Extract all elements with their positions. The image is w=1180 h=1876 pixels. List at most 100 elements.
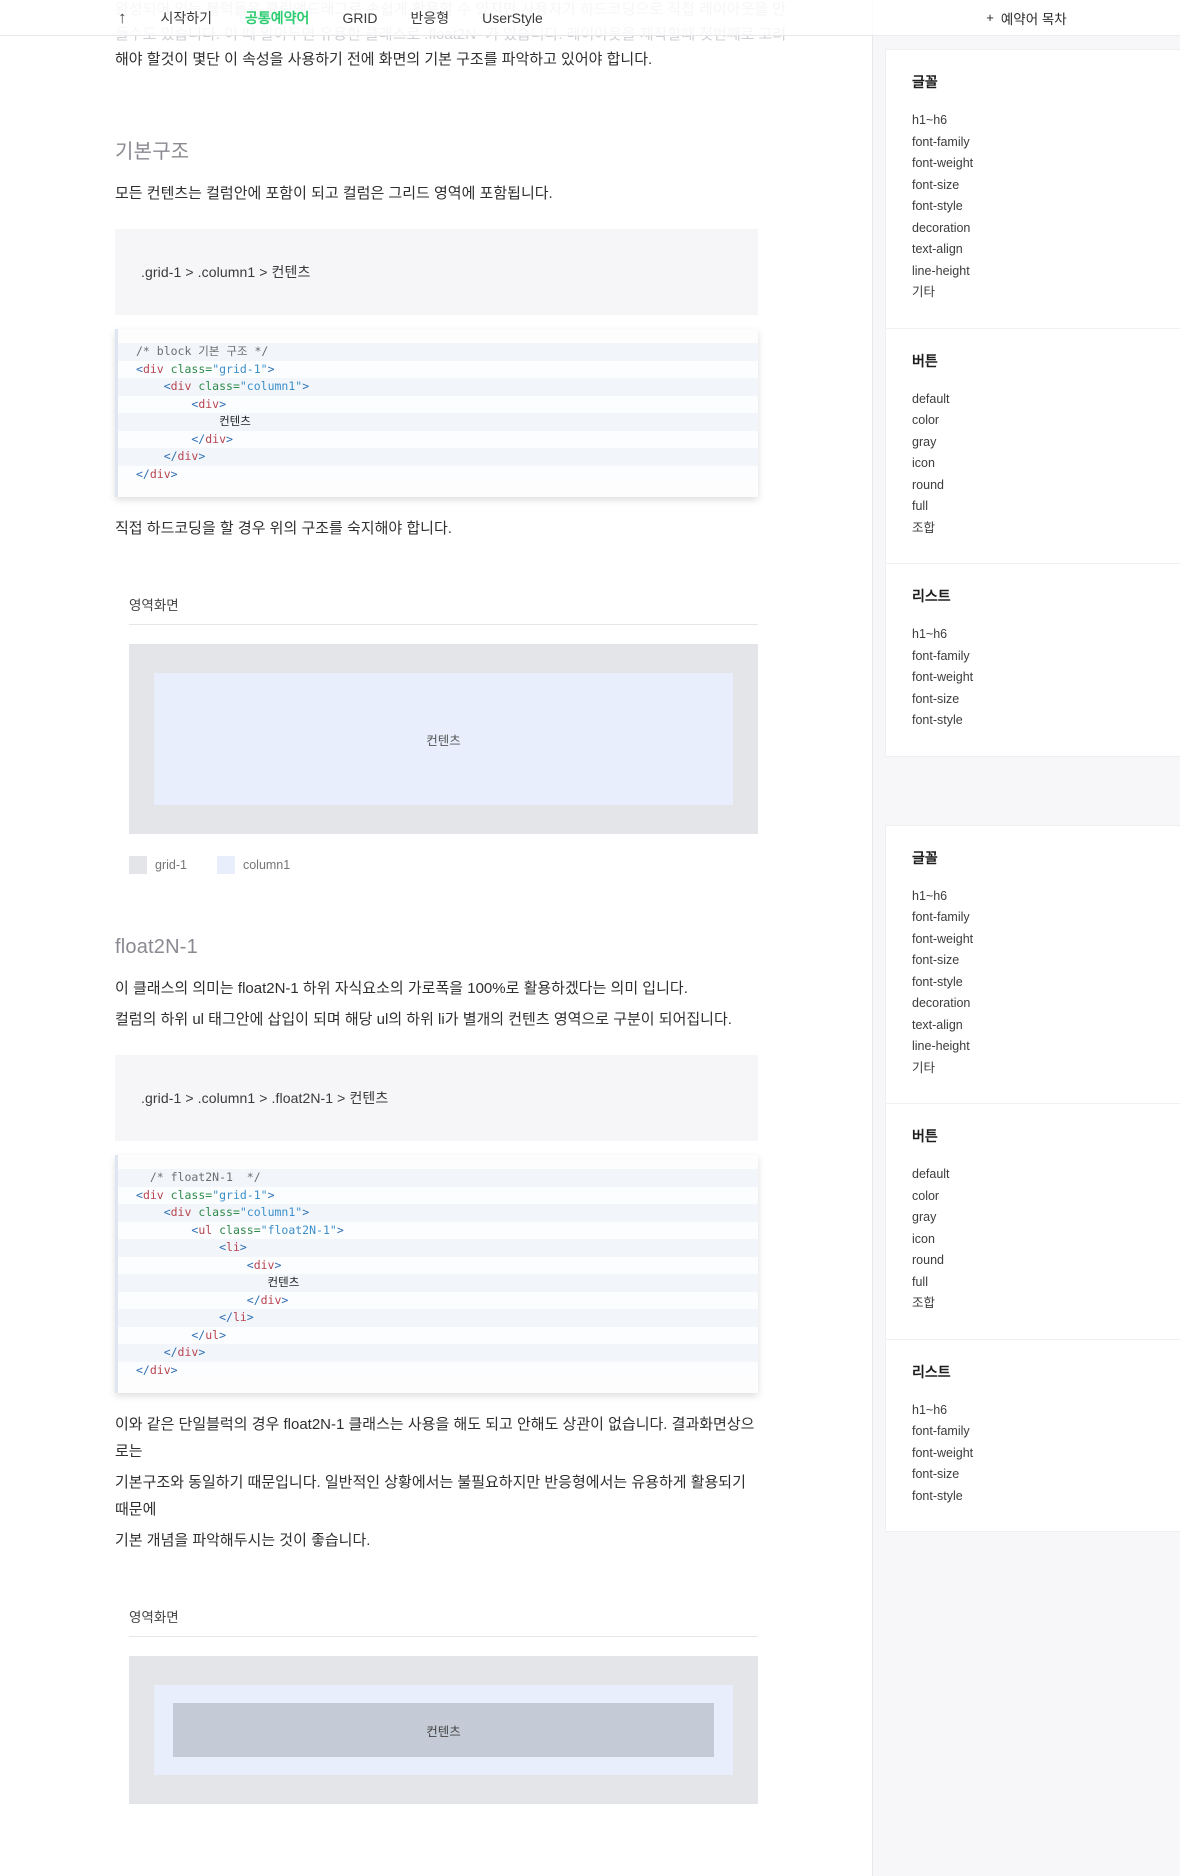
sidebar-item-font-weight[interactable]: font-weight [912, 1443, 1180, 1465]
code-token: </ [136, 466, 150, 481]
code-token: class= [163, 361, 213, 376]
code-token: < [136, 379, 171, 393]
sidebar-item-font-style[interactable]: font-style [912, 710, 1180, 732]
sidebar-header[interactable]: + 예약어 목차 [873, 0, 1180, 36]
sidebar-item-full[interactable]: full [912, 1272, 1180, 1294]
code-token: div [253, 1257, 275, 1272]
sidebar-item-font-family[interactable]: font-family [912, 646, 1180, 668]
code-token: div [142, 1187, 164, 1202]
code-token: div [170, 1205, 192, 1219]
sidebar-section-글꼴: 글꼴 h1~h6 font-family font-weight font-size fo… [886, 50, 1180, 329]
sidebar-item-font-weight[interactable]: font-weight [912, 929, 1180, 951]
nav-item-userstyle[interactable]: UserStyle [482, 10, 543, 26]
sidebar-item-기타[interactable]: 기타 [912, 1058, 1180, 1080]
code-line: /* float2N-1 */ [118, 1169, 758, 1187]
sidebar-item-font-weight[interactable]: font-weight [912, 667, 1180, 689]
section-after-paragraph: 직접 하드코딩을 할 경우 위의 구조를 숙지해야 합니다. [115, 520, 452, 537]
arrow-up-icon[interactable]: ↑ [118, 9, 127, 26]
preview-label-basic: 영역화면 [129, 594, 758, 625]
code-line: <div> [118, 395, 758, 413]
nav-item-start[interactable]: 시작하기 [161, 8, 213, 28]
code-token: "float2N-1" [260, 1222, 337, 1237]
intro-paragraph: 해야 할것이 몇단 이 속성을 사용하기 전에 화면의 기본 구조를 파악하고 … [115, 51, 653, 68]
sidebar-item-icon[interactable]: icon [912, 453, 1180, 475]
code-token: div [198, 396, 220, 411]
sidebar-item-font-style[interactable]: font-style [912, 972, 1180, 994]
sidebar-item-조합[interactable]: 조합 [912, 1293, 1180, 1315]
code-block-float2n1: /* float2N-1 */<div class="grid-1"> <div… [115, 1155, 758, 1393]
sidebar-item-font-size[interactable]: font-size [912, 175, 1180, 197]
sidebar: + 예약어 목차 글꼴 h1~h6 font-family font-weight fo… [873, 0, 1180, 1876]
sidebar-item-round[interactable]: round [912, 1250, 1180, 1272]
sidebar-item-font-size[interactable]: font-size [912, 689, 1180, 711]
sidebar-item-기타[interactable]: 기타 [912, 282, 1180, 304]
code-line: <div class="column1"> [118, 378, 758, 396]
code-token: div [177, 449, 199, 463]
code-token: < [136, 1187, 143, 1202]
preview-column-inner-float2n1: 컨텐츠 [154, 1685, 733, 1775]
nav-item-grid[interactable]: GRID [342, 10, 377, 26]
sidebar-section-리스트: 리스트 h1~h6 font-family font-weight font-size f… [886, 564, 1180, 756]
sidebar-item-font-family[interactable]: font-family [912, 907, 1180, 929]
code-line: 컨텐츠 [118, 413, 758, 431]
sidebar-item-line-height[interactable]: line-height [912, 1036, 1180, 1058]
main-content: 해야 할것이 몇단 이 속성을 사용하기 전에 화면의 기본 구조를 파악하고 … [0, 0, 873, 1804]
sidebar-item-full[interactable]: full [912, 496, 1180, 518]
code-token: > [267, 361, 275, 376]
sidebar-item-gray[interactable]: gray [912, 1207, 1180, 1229]
sidebar-item-color[interactable]: color [912, 410, 1180, 432]
sidebar-item-h1~h6[interactable]: h1~h6 [912, 1400, 1180, 1422]
sidebar-item-조합[interactable]: 조합 [912, 518, 1180, 540]
nav-item-common-keywords[interactable]: 공통예약어 [245, 8, 309, 28]
sidebar-item-round[interactable]: round [912, 475, 1180, 497]
code-token: > [302, 1205, 310, 1219]
sidebar-item-font-size[interactable]: font-size [912, 1464, 1180, 1486]
sidebar-item-font-size[interactable]: font-size [912, 950, 1180, 972]
sidebar-item-text-align[interactable]: text-align [912, 239, 1180, 261]
code-token: </ [136, 1345, 178, 1359]
code-token: "grid-1" [212, 1187, 268, 1202]
code-line: </div> [118, 430, 758, 448]
sidebar-item-gray[interactable]: gray [912, 432, 1180, 454]
code-token: < [136, 1240, 227, 1254]
sidebar-item-font-style[interactable]: font-style [912, 1486, 1180, 1508]
sidebar-item-icon[interactable]: icon [912, 1229, 1180, 1251]
code-token: div [149, 466, 171, 481]
sidebar-item-font-family[interactable]: font-family [912, 132, 1180, 154]
sidebar-item-h1~h6[interactable]: h1~h6 [912, 624, 1180, 646]
code-line: <div> [118, 1256, 758, 1274]
sidebar-item-h1~h6[interactable]: h1~h6 [912, 110, 1180, 132]
code-line: </div> [118, 465, 758, 483]
sidebar-item-line-height[interactable]: line-height [912, 261, 1180, 283]
sidebar-item-decoration[interactable]: decoration [912, 218, 1180, 240]
code-token: > [219, 1327, 227, 1342]
code-token: "column1" [239, 379, 303, 393]
code-block-basic: /* block 기본 구조 */<div class="grid-1"> <d… [115, 329, 758, 497]
sidebar-section-title: 리스트 [912, 588, 951, 604]
sidebar-item-text-align[interactable]: text-align [912, 1015, 1180, 1037]
code-token: /* float2N-1 */ [136, 1170, 261, 1184]
sidebar-section-title: 리스트 [912, 1363, 951, 1380]
sidebar-section-title: 버튼 [912, 1128, 938, 1144]
sidebar-item-font-family[interactable]: font-family [912, 1421, 1180, 1443]
sidebar-item-default[interactable]: default [912, 1164, 1180, 1186]
code-token: class= [191, 379, 240, 393]
sidebar-item-decoration[interactable]: decoration [912, 993, 1180, 1015]
code-token: </ [136, 1310, 233, 1324]
code-token: < [136, 396, 199, 411]
sidebar-section-버튼: 버튼 default color gray icon round full 조합 [886, 1104, 1180, 1340]
sidebar-section-title: 글꼴 [912, 74, 938, 90]
preview-li-inner-float2n1: 컨텐츠 [173, 1703, 714, 1757]
code-token: </ [136, 431, 206, 446]
sidebar-item-color[interactable]: color [912, 1186, 1180, 1208]
code-token: > [274, 1257, 282, 1272]
page-root: 완성되어 있는 블럭들은 클릭앤드래그로 손쉽게 활용할 수 있지만 사용자가 … [0, 0, 1180, 1876]
section-after-paragraph: 기본구조와 동일하기 때문입니다. 일반적인 상황에서는 불필요하지만 반응형에… [115, 1474, 746, 1518]
code-token: > [281, 1292, 289, 1307]
sidebar-item-h1~h6[interactable]: h1~h6 [912, 886, 1180, 908]
sidebar-item-font-weight[interactable]: font-weight [912, 153, 1180, 175]
sidebar-item-default[interactable]: default [912, 389, 1180, 411]
nav-item-responsive[interactable]: 반응형 [410, 8, 449, 28]
sidebar-item-font-style[interactable]: font-style [912, 196, 1180, 218]
code-token: < [136, 1257, 254, 1272]
